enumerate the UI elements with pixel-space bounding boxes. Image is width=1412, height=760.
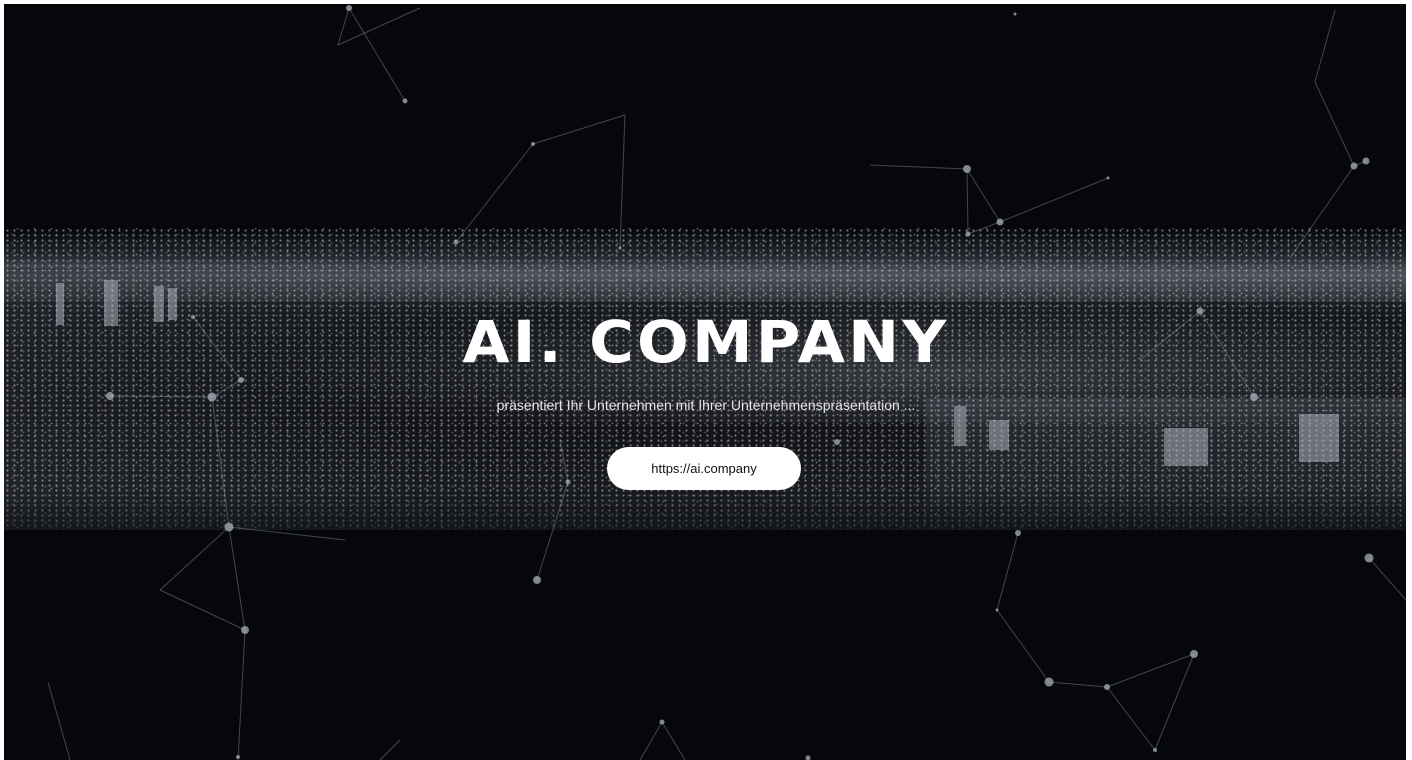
website-link-button[interactable]: https://ai.company (607, 447, 801, 490)
frame-border-top (0, 0, 1412, 4)
landing-page: AI. COMPANY präsentiert Ihr Unternehmen … (0, 0, 1412, 760)
frame-border-right (1406, 0, 1412, 760)
hero-subtitle: präsentiert Ihr Unternehmen mit Ihrer Un… (496, 397, 916, 413)
frame-border-left (0, 0, 4, 760)
page-title: AI. COMPANY (462, 308, 950, 376)
network-graphic (47, 5, 1407, 760)
